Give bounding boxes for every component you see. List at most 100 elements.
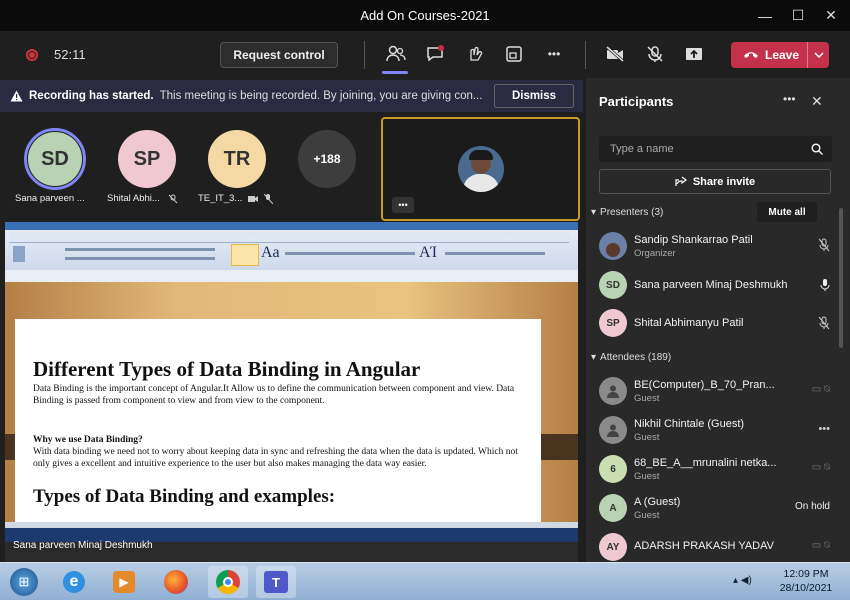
more-options-button[interactable]: •••: [543, 43, 565, 65]
os-taskbar: ⊞ e ▶ T ▴ ◀) 12:09 PM 28/10/2021: [0, 562, 850, 600]
participant-row[interactable]: 6 68_BE_A__mrunalini netka... Guest ▭ ⍉: [586, 449, 850, 489]
banner-text: This meeting is being recorded. By joini…: [159, 90, 483, 102]
teams-icon[interactable]: T: [256, 566, 296, 598]
presenter-name: Sana parveen Minaj Deshmukh: [13, 540, 153, 551]
participant-row[interactable]: BE(Computer)_B_70_Pran... Guest ▭ ⍉: [586, 371, 850, 411]
panel-title: Participants: [599, 94, 674, 109]
banner-title: Recording has started.: [29, 90, 154, 102]
meeting-timer: 52:11: [54, 47, 86, 62]
document-paragraph: Data Binding is the important concept of…: [33, 384, 515, 406]
participant-name: BE(Computer)_B_70_Pran...: [634, 379, 775, 391]
avatar-label: TE_IT_3...: [198, 193, 274, 204]
maximize-button[interactable]: ☐: [781, 0, 815, 31]
avatar-initials: SD: [606, 279, 620, 291]
presenters-header[interactable]: ▾ Presenters (3): [591, 207, 663, 218]
avatar: [599, 377, 627, 405]
leave-button[interactable]: Leave: [731, 42, 829, 68]
search-icon: [811, 143, 823, 155]
avatar[interactable]: SP: [118, 130, 176, 188]
start-button[interactable]: ⊞: [4, 566, 44, 598]
rooms-icon[interactable]: [503, 43, 525, 65]
avatar-name: TE_IT_3...: [198, 193, 243, 204]
avatar: 6: [599, 455, 627, 483]
participant-row[interactable]: A A (Guest) Guest On hold: [586, 488, 850, 528]
recording-banner: Recording has started. This meeting is b…: [0, 80, 583, 112]
participant-row[interactable]: Sandip Shankarrao Patil Organizer: [586, 227, 850, 267]
avatar: A: [599, 494, 627, 522]
internet-explorer-icon[interactable]: e: [54, 566, 94, 598]
search-input[interactable]: Type a name: [599, 136, 832, 162]
document-heading: Different Types of Data Binding in Angul…: [33, 357, 421, 381]
scrollbar[interactable]: [839, 208, 843, 348]
panel-more-button[interactable]: •••: [783, 92, 796, 106]
avatar-name: Sana parveen ...: [15, 193, 85, 204]
tile-more-button[interactable]: •••: [392, 197, 414, 213]
avatar-circle: SD: [28, 132, 82, 186]
active-tab-indicator: [382, 71, 408, 74]
participant-role: Guest: [634, 393, 660, 404]
avatar[interactable]: TR: [208, 130, 266, 188]
minimize-button[interactable]: —: [748, 0, 782, 31]
request-control-button[interactable]: Request control: [220, 42, 338, 68]
avatar: [599, 232, 627, 260]
participant-role: Guest: [634, 471, 660, 482]
presenter-photo: [458, 146, 504, 192]
avatar-initials: SP: [133, 147, 161, 170]
camera-mic-off-icons: ▭ ⍉: [811, 384, 830, 395]
mic-icon: [820, 279, 830, 291]
chevron-down-icon[interactable]: [807, 42, 829, 68]
avatar-name: Shital Abhi...: [107, 193, 160, 204]
word-titlebar: [5, 222, 578, 230]
participant-row[interactable]: SP Shital Abhimanyu Patil: [586, 304, 850, 344]
windows-icon: ⊞: [10, 568, 38, 596]
share-screen-icon[interactable]: [683, 43, 705, 65]
firefox-icon[interactable]: [156, 566, 196, 598]
participant-status[interactable]: •••: [818, 423, 830, 435]
overflow-count-label: +188: [313, 152, 341, 166]
avatar: SD: [599, 271, 627, 299]
overflow-count[interactable]: +188: [298, 130, 356, 188]
reactions-icon[interactable]: [464, 43, 486, 65]
shared-screen: Aa ΑΊ Different Types of Data Binding in…: [5, 222, 578, 562]
participant-row[interactable]: AY ADARSH PRAKASH YADAV ▭ ⍉: [586, 527, 850, 567]
share-invite-label: Share invite: [692, 175, 756, 188]
camera-mic-off-icons: ▭ ⍉: [811, 462, 830, 473]
presenters-label: Presenters (3): [600, 207, 664, 218]
participant-name: A (Guest): [634, 496, 681, 508]
share-icon: [675, 176, 687, 186]
avatar-initials: AY: [606, 541, 620, 553]
mute-all-button[interactable]: Mute all: [757, 202, 817, 222]
avatar[interactable]: SD: [24, 128, 86, 190]
camera-mic-off-icons: ▭ ⍉: [811, 540, 830, 551]
avatar-initials: 6: [610, 463, 616, 475]
share-invite-button[interactable]: Share invite: [599, 169, 831, 194]
camera-off-icon: [248, 196, 259, 202]
mic-off-icon[interactable]: [644, 43, 666, 65]
participant-name: Sana parveen Minaj Deshmukh: [634, 279, 788, 291]
meeting-toolbar: 52:11 Request control ••• Leave: [0, 31, 850, 78]
chrome-icon[interactable]: [208, 566, 248, 598]
camera-off-icon[interactable]: [604, 43, 626, 65]
divider: [585, 41, 586, 69]
tray-icons[interactable]: ▴ ◀): [733, 575, 752, 586]
attendees-header[interactable]: ▾ Attendees (189): [591, 352, 671, 363]
mic-off-icon: [818, 316, 830, 330]
close-button[interactable]: ✕: [814, 0, 848, 31]
clock[interactable]: 12:09 PM 28/10/2021: [770, 567, 842, 595]
avatar-initials: SD: [41, 147, 69, 170]
recording-icon: [26, 49, 38, 61]
close-icon[interactable]: ✕: [811, 93, 823, 110]
mic-off-icon: [168, 194, 178, 203]
dismiss-button[interactable]: Dismiss: [494, 84, 574, 108]
participant-row[interactable]: SD Sana parveen Minaj Deshmukh: [586, 265, 850, 305]
avatar-label: Shital Abhi...: [107, 193, 178, 204]
participant-row[interactable]: Nikhil Chintale (Guest) Guest •••: [586, 410, 850, 450]
media-player-icon[interactable]: ▶: [104, 566, 144, 598]
participant-name: 68_BE_A__mrunalini netka...: [634, 457, 777, 469]
avatar-initials: TR: [223, 147, 251, 170]
participant-role: Guest: [634, 510, 660, 521]
people-icon[interactable]: [385, 43, 407, 65]
chat-icon[interactable]: [424, 43, 446, 65]
window-title: Add On Courses-2021: [360, 8, 490, 23]
video-tile[interactable]: •••: [381, 117, 580, 221]
